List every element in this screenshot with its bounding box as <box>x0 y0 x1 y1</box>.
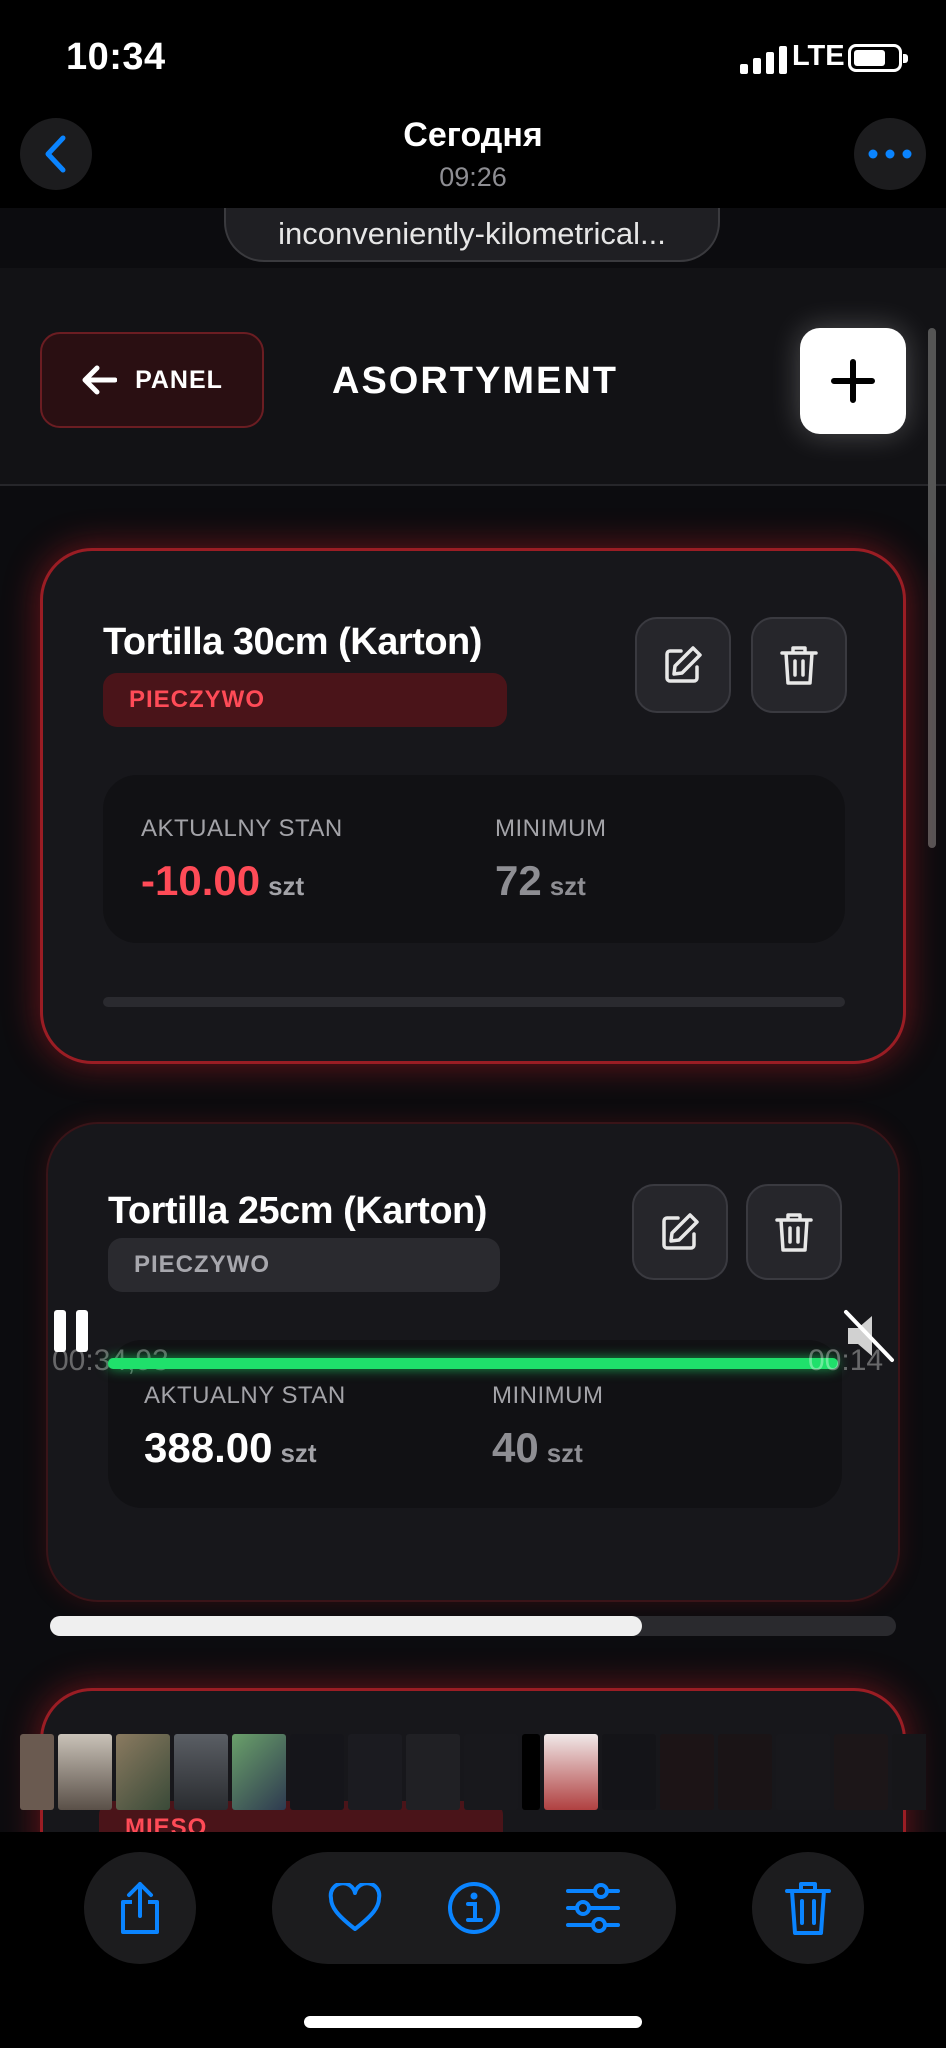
panel-back-button[interactable]: PANEL <box>40 332 264 428</box>
thumbnail[interactable] <box>232 1734 286 1810</box>
trash-icon <box>780 646 818 685</box>
page-title: ASORTYMENT <box>332 360 618 402</box>
arrow-left-icon <box>82 365 118 395</box>
thumbnail[interactable] <box>834 1734 888 1810</box>
home-indicator <box>304 2016 642 2028</box>
stock-panel: AKTUALNY STAN -10.00 szt MINIMUM 72 szt <box>103 775 845 943</box>
thumbnail-strip[interactable] <box>20 1734 926 1810</box>
viewer-header: Сегодня 09:26 <box>0 112 946 208</box>
scrubber-progress <box>50 1616 643 1636</box>
thumbnail[interactable] <box>718 1734 772 1810</box>
product-name: Tortilla 25cm (Karton) <box>108 1190 487 1232</box>
url-bar[interactable]: inconveniently-kilometrical... <box>224 208 720 262</box>
thumbnail[interactable] <box>892 1734 926 1810</box>
minimum-value: 40 szt <box>492 1424 583 1472</box>
thumbnail[interactable] <box>660 1734 714 1810</box>
thumbnail[interactable] <box>116 1734 170 1810</box>
plus-icon <box>831 359 875 403</box>
playback-bar[interactable] <box>108 1358 838 1369</box>
category-badge: PIECZYWO <box>108 1238 500 1292</box>
thumbnail[interactable] <box>174 1734 228 1810</box>
edit-button[interactable] <box>632 1184 728 1280</box>
scrollbar[interactable] <box>928 328 936 848</box>
edit-button[interactable] <box>635 617 731 713</box>
thumbnail[interactable] <box>20 1734 54 1810</box>
minimum-value: 72 szt <box>495 857 586 905</box>
stock-value: -10.00 szt <box>141 857 304 905</box>
thumbnail[interactable] <box>776 1734 830 1810</box>
thumbnail[interactable] <box>58 1734 112 1810</box>
trash-icon <box>785 1882 831 1935</box>
viewer-title: Сегодня <box>403 116 543 154</box>
stock-label: AKTUALNY STAN <box>144 1382 346 1409</box>
minimum-number: 40 <box>492 1424 539 1471</box>
stock-value: 388.00 szt <box>144 1424 317 1472</box>
minimum-label: MINIMUM <box>495 815 607 842</box>
product-name: Tortilla 30cm (Karton) <box>103 621 482 663</box>
more-button[interactable] <box>854 118 926 190</box>
delete-button[interactable] <box>746 1184 842 1280</box>
edit-icon <box>662 1213 699 1250</box>
thumbnail[interactable] <box>602 1734 656 1810</box>
minimum-unit: szt <box>546 1438 583 1468</box>
edit-icon <box>665 646 702 683</box>
panel-label: PANEL <box>135 365 223 394</box>
minimum-label: MINIMUM <box>492 1382 604 1409</box>
thumbnail[interactable] <box>522 1734 540 1810</box>
stock-number: 388.00 <box>144 1424 273 1471</box>
share-button[interactable] <box>84 1852 196 1964</box>
thumbnail[interactable] <box>290 1734 344 1810</box>
heart-icon[interactable] <box>327 1883 383 1933</box>
mute-icon[interactable] <box>842 1308 896 1364</box>
stock-label: AKTUALNY STAN <box>141 815 343 842</box>
trash-icon <box>775 1213 813 1252</box>
status-time: 10:34 <box>66 36 166 78</box>
thumbnail[interactable] <box>544 1734 598 1810</box>
delete-photo-button[interactable] <box>752 1852 864 1964</box>
ellipsis-icon <box>868 149 912 159</box>
delete-button[interactable] <box>751 617 847 713</box>
thumbnail[interactable] <box>406 1734 460 1810</box>
network-type: LTE <box>792 40 845 72</box>
battery-icon <box>848 44 908 72</box>
info-icon[interactable] <box>446 1880 502 1936</box>
stock-level-bar <box>103 997 845 1007</box>
category-badge: PIECZYWO <box>103 673 507 727</box>
stock-unit: szt <box>280 1438 317 1468</box>
sliders-icon[interactable] <box>565 1883 621 1933</box>
cellular-signal-icon <box>740 46 787 74</box>
viewer-subtitle: 09:26 <box>439 162 507 192</box>
stock-number: -10.00 <box>141 857 261 904</box>
video-scrubber[interactable] <box>50 1616 896 1636</box>
share-icon <box>121 1882 159 1934</box>
status-bar: 10:34 LTE <box>0 0 946 112</box>
thumbnail[interactable] <box>464 1734 518 1810</box>
thumbnail[interactable] <box>348 1734 402 1810</box>
product-card: Tortilla 30cm (Karton) PIECZYWO AKTUALNY… <box>40 548 906 1064</box>
photo-content: inconveniently-kilometrical... PANEL ASO… <box>0 208 946 1832</box>
stock-unit: szt <box>268 871 305 901</box>
add-product-button[interactable] <box>800 328 906 434</box>
minimum-unit: szt <box>549 871 586 901</box>
photo-actions <box>272 1852 676 1964</box>
minimum-number: 72 <box>495 857 542 904</box>
